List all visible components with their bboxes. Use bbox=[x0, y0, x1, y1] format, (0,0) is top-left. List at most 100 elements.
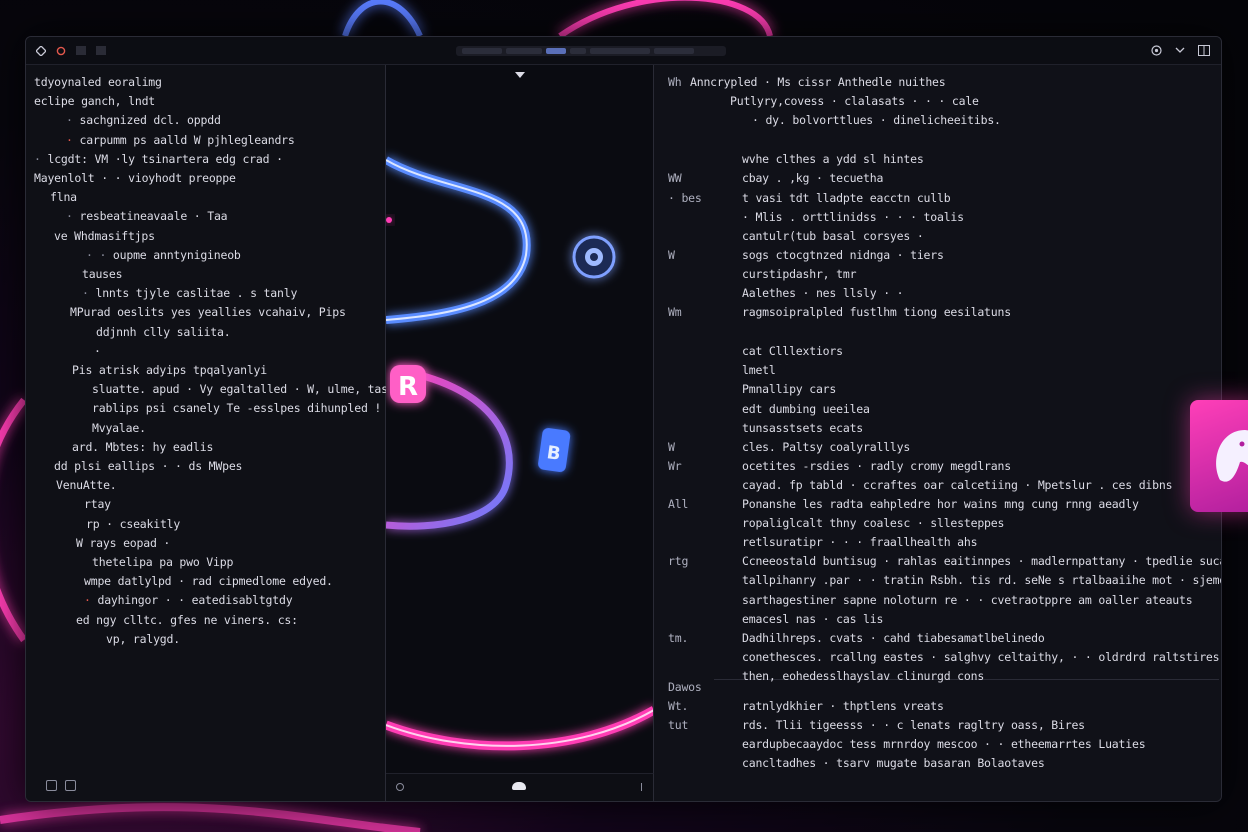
line-text: carpumm ps aalld W pjhlegleandrs bbox=[79, 132, 295, 147]
square-icon[interactable] bbox=[94, 44, 108, 58]
line-text: VenuAtte. bbox=[56, 478, 117, 493]
line-label: rtg bbox=[668, 554, 689, 569]
line-text: sluatte. apud · Vy egaltalled · W, ulme,… bbox=[92, 382, 429, 397]
line-label: Wr bbox=[668, 458, 682, 473]
target-icon[interactable] bbox=[1149, 43, 1163, 57]
line-label: WW bbox=[668, 171, 682, 186]
preview-canvas[interactable]: R B bbox=[386, 65, 654, 773]
line-bullet: · bbox=[66, 209, 73, 224]
text-line: · sachgnized dcl. oppdd bbox=[66, 113, 221, 127]
line-text: flna bbox=[50, 190, 77, 205]
left-footer-controls bbox=[46, 780, 76, 791]
export-icon[interactable] bbox=[65, 780, 76, 791]
line-text: thetelipa pa pwo Vipp bbox=[92, 555, 234, 569]
eye-icon[interactable] bbox=[572, 235, 616, 279]
tab-segment[interactable] bbox=[590, 48, 650, 54]
text-line: dd plsi eallips · · ds MWpes bbox=[54, 459, 242, 473]
tab-strip[interactable] bbox=[456, 46, 726, 56]
line-bullet: · bbox=[66, 113, 73, 128]
text-line: ddjnnh clly saliita. bbox=[96, 325, 231, 339]
elephant-app-card[interactable] bbox=[1190, 400, 1248, 512]
text-line: conethesces. rcallng eastes · salghvy ce… bbox=[742, 649, 1221, 664]
tab-segment-active[interactable] bbox=[546, 48, 566, 54]
square-icon[interactable] bbox=[74, 44, 88, 58]
canvas-footer bbox=[386, 773, 654, 801]
line-label: · bes bbox=[668, 190, 702, 205]
tab-segment[interactable] bbox=[654, 48, 694, 54]
right-text-pane[interactable]: Wh Anncrypled · Ms cissr Anthedle nuithes… bbox=[654, 65, 1221, 801]
line-text: ed ngy clltc. gfes ne viners. cs: bbox=[76, 612, 298, 627]
text-line: Aalethes · nes llsly · · bbox=[742, 286, 904, 300]
text-line: tallpihanry .par · · tratin Rsbh. tis rd… bbox=[742, 573, 1221, 588]
text-line: cbay . ,kg · tecuetha bbox=[742, 171, 884, 186]
tab-segment[interactable] bbox=[570, 48, 586, 54]
chevron-down-icon[interactable] bbox=[1173, 43, 1187, 57]
line-text: dd plsi eallips · · ds MWpes bbox=[54, 459, 243, 473]
settings-dot-icon[interactable] bbox=[641, 783, 645, 791]
record-icon[interactable] bbox=[54, 44, 68, 58]
line-text: ard. Mbtes: hy eadlis bbox=[72, 439, 214, 454]
line-text: oupme anntynigineob bbox=[112, 247, 241, 262]
text-line: ve Whdmasiftjps bbox=[54, 229, 155, 243]
diamond-icon[interactable] bbox=[34, 44, 48, 58]
line-text: · bbox=[94, 343, 101, 358]
text-line: curstipdashr, tmr bbox=[742, 266, 857, 281]
line-bullet: · bbox=[82, 286, 89, 301]
text-line: · lcgdt: VM ·ly tsinartera edg crad · bbox=[34, 152, 283, 166]
line-bullet: · bbox=[84, 593, 91, 608]
left-text-pane[interactable]: tdyoynaled eoralimg eclipe ganch, lndt · s… bbox=[26, 65, 428, 801]
text-line: ratnlydkhier · thptlens vreats bbox=[742, 699, 944, 714]
text-line: ed ngy clltc. gfes ne viners. cs: bbox=[76, 613, 298, 627]
text-line: eardupbecaaydoc tess mrnrdoy mescoo · · … bbox=[742, 737, 1146, 752]
app-window: tdyoynaled eoralimg eclipe ganch, lndt · s… bbox=[25, 36, 1222, 802]
text-line: cat Clllextiors bbox=[742, 344, 843, 359]
text-line: vp, ralygd. bbox=[106, 632, 180, 646]
tab-segment[interactable] bbox=[462, 48, 502, 54]
line-label: Wh bbox=[668, 75, 682, 89]
pink-badge[interactable]: R bbox=[390, 365, 426, 403]
text-line: t vasi tdt lladpte eacctn cullb bbox=[742, 190, 951, 205]
titlebar-right-controls bbox=[1149, 43, 1211, 57]
text-line: sogs ctocgtnzed nidnga · tiers bbox=[742, 247, 944, 262]
line-label: tm. bbox=[668, 630, 689, 645]
text-line: Mvyalae. bbox=[92, 421, 146, 435]
text-line: MPurad oeslits yes yeallies vcahaiv, Pip… bbox=[70, 305, 346, 319]
zoom-icon[interactable] bbox=[396, 783, 404, 791]
blue-badge[interactable]: B bbox=[537, 427, 571, 472]
titlebar-left-controls bbox=[34, 44, 108, 58]
text-line: ropaliglcalt thny coalesc · sllesteppes bbox=[742, 516, 1005, 531]
line-text: Pis atrisk adyips tpqalyanlyi bbox=[72, 363, 267, 377]
svg-text:B: B bbox=[545, 442, 562, 465]
split-icon[interactable] bbox=[1197, 43, 1211, 57]
tab-segment[interactable] bbox=[506, 48, 542, 54]
text-line: Pmnallipy cars bbox=[742, 382, 837, 397]
line-bullet: · bbox=[34, 151, 41, 166]
line-bullet: · · bbox=[86, 247, 107, 262]
text-line: · resbeatineavaale · Taa bbox=[66, 209, 228, 224]
cloud-icon[interactable] bbox=[512, 782, 526, 790]
line-text: tauses bbox=[82, 267, 123, 281]
text-line: Dadhilhreps. cvats · cahd tiabesamatlbel… bbox=[742, 630, 1045, 645]
line-text: sachgnized dcl. oppdd bbox=[79, 113, 221, 128]
text-line: sarthagestiner sapne noloturn re · · cve… bbox=[742, 592, 1193, 607]
line-bullet: · bbox=[66, 132, 73, 147]
text-line: ragmsoipralpled fustlhm tiong eesilatuns bbox=[742, 305, 1011, 320]
line-label: W bbox=[668, 439, 675, 454]
line-text: eclipe ganch, lndt bbox=[34, 94, 156, 109]
line-text: MPurad oeslits yes yeallies vcahaiv, Pip… bbox=[70, 305, 346, 320]
neon-artwork: R B bbox=[386, 72, 653, 751]
text-line: · dayhingor · · eatedisabltgtdy bbox=[84, 593, 293, 608]
svg-text:R: R bbox=[398, 372, 418, 402]
line-text: tdyoynaled eoralimg bbox=[34, 75, 162, 89]
text-line: · · oupme anntynigineob bbox=[86, 248, 241, 262]
text-line: rds. Tlii tigeesss · · c lenats ragltry … bbox=[742, 718, 1085, 733]
text-line: tauses bbox=[82, 267, 123, 281]
text-line: wmpe datlylpd · rad cipmedlome edyed. bbox=[84, 574, 333, 588]
title-bar bbox=[26, 37, 1221, 65]
elephant-icon bbox=[1216, 430, 1248, 482]
line-text: Mayenlolt · · vioyhodt preoppe bbox=[34, 171, 236, 185]
line-text: lnnts tjyle caslitae . s tanly bbox=[95, 286, 298, 301]
blue-neon-curve bbox=[386, 156, 531, 324]
line-text: rtay bbox=[84, 497, 111, 512]
save-icon[interactable] bbox=[46, 780, 57, 791]
